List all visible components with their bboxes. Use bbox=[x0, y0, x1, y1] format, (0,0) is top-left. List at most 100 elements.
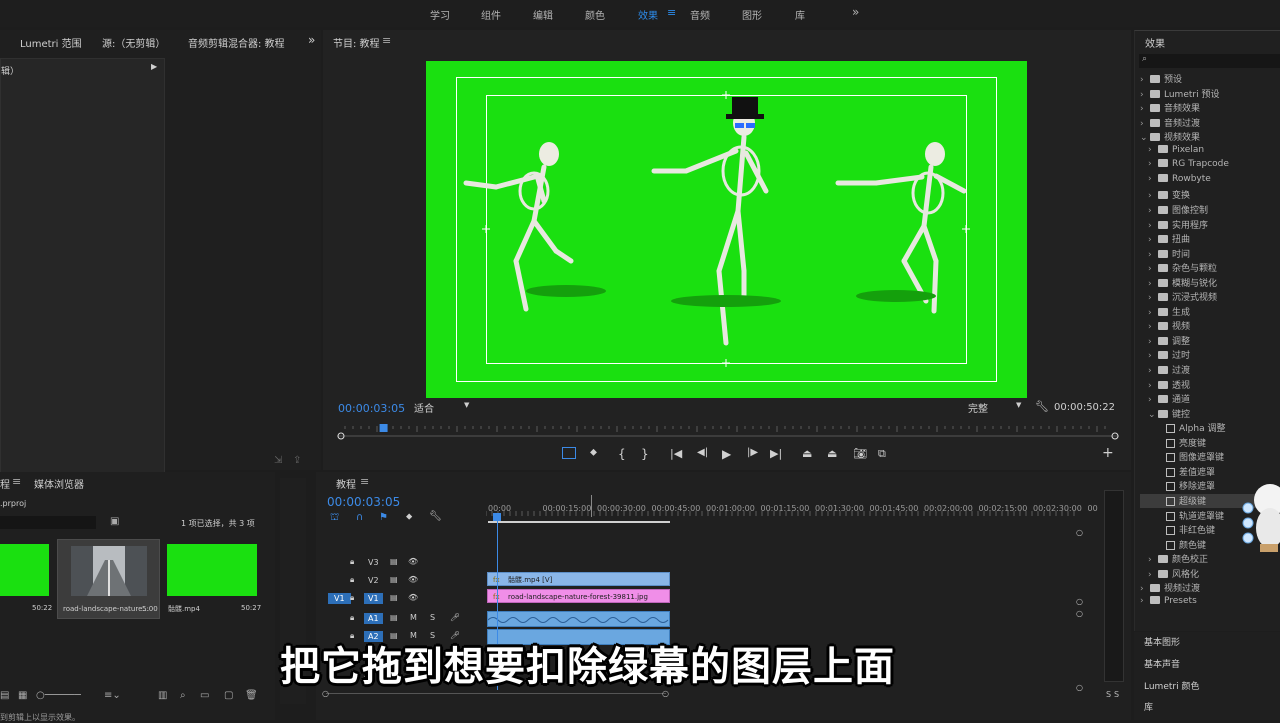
tab-project[interactable]: 程 bbox=[0, 476, 10, 491]
solo-left-button[interactable]: S bbox=[1106, 690, 1111, 699]
linked-selection-icon[interactable]: ⚑ bbox=[379, 512, 388, 523]
chevron-right-icon[interactable]: › bbox=[1140, 104, 1150, 114]
effect-folder[interactable]: › 风格化 bbox=[1140, 567, 1280, 581]
effect-folder[interactable]: › 生成 bbox=[1140, 305, 1280, 319]
effect-folder[interactable]: › 实用程序 bbox=[1140, 218, 1280, 232]
new-bin-icon[interactable]: ▭ bbox=[200, 690, 209, 701]
effect-folder[interactable]: › 预设 bbox=[1140, 72, 1280, 86]
program-scrubber[interactable] bbox=[337, 424, 1119, 440]
project-item-thumbnail[interactable] bbox=[0, 544, 49, 596]
effect-folder[interactable]: › 变换 bbox=[1140, 188, 1280, 202]
step-forward-icon[interactable]: |▶ bbox=[747, 447, 758, 458]
eye-icon[interactable]: 👁︎ bbox=[408, 575, 418, 584]
panel-libraries[interactable]: 库 bbox=[1144, 700, 1153, 713]
lock-icon[interactable]: 🔒︎ bbox=[350, 557, 354, 567]
list-view-icon[interactable]: ▤ bbox=[0, 690, 9, 701]
chevron-right-icon[interactable]: › bbox=[1148, 395, 1158, 405]
sync-lock-icon[interactable]: ▤ bbox=[390, 613, 398, 622]
track-name-v3[interactable]: V3 bbox=[364, 557, 383, 568]
track-name-v2[interactable]: V2 bbox=[364, 575, 383, 586]
project-item-selected[interactable]: road-landscape-nature... 5:00 bbox=[57, 539, 160, 619]
add-marker-icon[interactable]: ⬥ bbox=[406, 512, 412, 522]
chevron-right-icon[interactable]: › bbox=[1140, 119, 1150, 129]
effect-item[interactable]: 差值遮罩 bbox=[1140, 465, 1280, 479]
workspace-tab-learn[interactable]: 学习 bbox=[430, 7, 450, 22]
chevron-right-icon[interactable]: › bbox=[1148, 381, 1158, 391]
solo-button[interactable]: S bbox=[430, 613, 435, 622]
find-icon[interactable]: ⌕ bbox=[180, 690, 186, 701]
timeline-timecode[interactable]: 00:00:03:05 bbox=[327, 495, 400, 509]
playback-resolution-dropdown[interactable]: 完整 ▼ bbox=[968, 400, 1026, 415]
chevron-right-icon[interactable]: › bbox=[1148, 159, 1158, 169]
effect-folder[interactable]: ⌄ 键控 bbox=[1140, 407, 1280, 421]
effect-folder[interactable]: › 图像控制 bbox=[1140, 203, 1280, 217]
chevron-right-icon[interactable]: › bbox=[1148, 264, 1158, 274]
sync-lock-icon[interactable]: ▤ bbox=[390, 575, 398, 584]
program-video-frame[interactable] bbox=[426, 61, 1027, 398]
effect-folder[interactable]: ⌄ 视频效果 bbox=[1140, 130, 1280, 144]
chevron-right-icon[interactable]: › bbox=[1148, 174, 1158, 184]
tab-source[interactable]: 源:（无剪辑） bbox=[102, 35, 165, 50]
audio-clip-a1[interactable] bbox=[487, 611, 670, 627]
sequence-tab[interactable]: 教程 bbox=[336, 476, 356, 491]
new-item-icon[interactable]: ▢ bbox=[224, 690, 233, 701]
effect-folder[interactable]: › Lumetri 预设 bbox=[1140, 87, 1280, 101]
scroll-handle[interactable]: ○ bbox=[1076, 528, 1083, 537]
extract-icon[interactable]: ⏏ bbox=[827, 447, 837, 460]
tab-lumetri-scopes[interactable]: Lumetri 范围 bbox=[20, 35, 82, 50]
workspace-tab-color[interactable]: 颜色 bbox=[585, 7, 605, 22]
effect-folder[interactable]: › 音频效果 bbox=[1140, 101, 1280, 115]
chevron-right-icon[interactable]: › bbox=[1148, 308, 1158, 318]
go-to-in-icon[interactable]: |◀ bbox=[670, 447, 682, 460]
mark-in-icon[interactable]: { bbox=[618, 447, 626, 461]
effect-folder[interactable]: › Rowbyte bbox=[1140, 173, 1280, 188]
video-clip-skeleton[interactable]: fx 骷髅.mp4 [V] bbox=[487, 572, 670, 586]
solo-right-button[interactable]: S bbox=[1114, 690, 1119, 699]
panel-lumetri-color[interactable]: Lumetri 颜色 bbox=[1144, 679, 1199, 692]
effect-folder[interactable]: › 过时 bbox=[1140, 348, 1280, 362]
timeline-settings-wrench-icon[interactable]: 🔧︎ bbox=[429, 511, 442, 522]
effect-folder[interactable]: › 透视 bbox=[1140, 378, 1280, 392]
lock-icon[interactable]: 🔒︎ bbox=[350, 575, 354, 585]
microphone-icon[interactable]: 🎤︎ bbox=[450, 613, 460, 622]
sync-lock-icon[interactable]: ▤ bbox=[390, 557, 398, 566]
icon-view-icon[interactable]: ▦ bbox=[18, 690, 27, 701]
comparison-view-icon[interactable]: ⧉ bbox=[878, 447, 886, 461]
fit-dropdown[interactable]: 适合 ▼ bbox=[414, 400, 474, 415]
scroll-handle[interactable]: ○ bbox=[1076, 597, 1083, 606]
mute-button[interactable]: M bbox=[410, 613, 417, 622]
chevron-right-icon[interactable]: › bbox=[1140, 75, 1150, 85]
lock-icon[interactable]: 🔒︎ bbox=[350, 613, 354, 623]
lock-icon[interactable]: 🔒︎ bbox=[350, 593, 354, 603]
workspace-tab-assembly[interactable]: 组件 bbox=[481, 7, 501, 22]
workspace-tab-libraries[interactable]: 库 bbox=[795, 7, 805, 22]
play-icon[interactable]: ▶ bbox=[722, 447, 731, 461]
effect-item[interactable]: 亮度键 bbox=[1140, 436, 1280, 450]
program-menu-icon[interactable]: ≡ bbox=[382, 34, 391, 47]
project-menu-icon[interactable]: ≡ bbox=[12, 475, 21, 488]
scroll-handle[interactable]: ○ bbox=[1076, 609, 1083, 618]
playhead-handle[interactable] bbox=[493, 513, 501, 521]
button-editor-plus-icon[interactable]: + bbox=[1102, 445, 1114, 461]
effects-search-input[interactable]: ⌕ bbox=[1139, 54, 1280, 68]
wrench-icon[interactable]: 🔧︎ bbox=[1035, 400, 1049, 413]
export-frame-icon[interactable]: ⇲ bbox=[274, 455, 282, 466]
panel-essential-graphics[interactable]: 基本图形 bbox=[1144, 635, 1180, 648]
tab-audio-clip-mixer[interactable]: 音频剪辑混合器: 教程 bbox=[188, 35, 285, 50]
send-to-icon[interactable]: ⇪ bbox=[293, 455, 301, 466]
timeline-horizontal-scrollbar[interactable] bbox=[326, 693, 666, 700]
effect-folder[interactable]: › 调整 bbox=[1140, 334, 1280, 348]
chevron-down-icon[interactable]: ⌄ bbox=[1140, 133, 1150, 143]
chevron-right-icon[interactable]: › bbox=[1148, 221, 1158, 231]
sync-lock-icon[interactable]: ▤ bbox=[390, 593, 398, 602]
play-triangle-icon[interactable]: ▶ bbox=[151, 62, 157, 71]
chevron-right-icon[interactable]: › bbox=[1148, 555, 1158, 565]
chevron-right-icon[interactable]: › bbox=[1148, 322, 1158, 332]
effect-folder[interactable]: › 通道 bbox=[1140, 392, 1280, 406]
effect-item[interactable]: 图像遮罩键 bbox=[1140, 450, 1280, 464]
workspace-tab-editing[interactable]: 编辑 bbox=[533, 7, 553, 22]
track-name-a1[interactable]: A1 bbox=[364, 613, 383, 624]
effect-folder[interactable]: › 模糊与锐化 bbox=[1140, 276, 1280, 290]
workspace-tab-effects[interactable]: 效果 bbox=[638, 7, 658, 22]
chevron-right-icon[interactable]: › bbox=[1148, 250, 1158, 260]
